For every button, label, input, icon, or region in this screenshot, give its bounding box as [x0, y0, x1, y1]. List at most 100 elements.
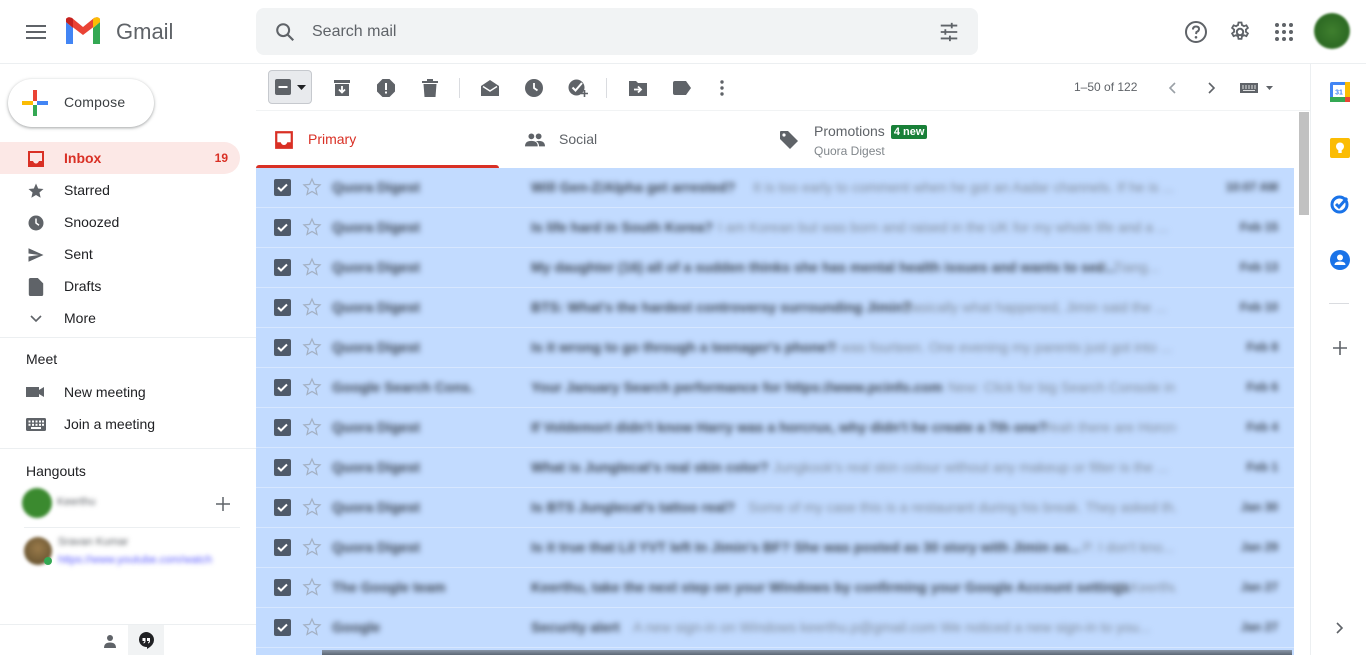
settings-button[interactable]	[1227, 19, 1253, 45]
contacts-button[interactable]	[1329, 249, 1351, 271]
mark-as-read-button[interactable]	[478, 76, 502, 100]
checkmark-icon	[277, 543, 288, 552]
row-checkbox[interactable]	[274, 259, 291, 276]
tab-promotions[interactable]: Promotions 4 new Quora Digest	[761, 112, 1294, 168]
hangouts-self-avatar[interactable]	[22, 488, 52, 518]
email-sender: Quora Digest	[332, 459, 420, 475]
main-menu-button[interactable]	[18, 14, 54, 50]
email-date: Feb 10	[1239, 300, 1278, 314]
email-subject: My daughter (16) all of a sudden thinks …	[531, 259, 1117, 275]
email-row[interactable]: Quora Digest My daughter (16) all of a su…	[256, 248, 1294, 288]
star-icon[interactable]	[302, 497, 322, 517]
sidebar-item-drafts[interactable]: Drafts	[0, 270, 240, 302]
archive-button[interactable]	[330, 76, 354, 100]
star-icon[interactable]	[302, 417, 322, 437]
tasks-button[interactable]	[1329, 193, 1351, 215]
star-icon[interactable]	[302, 617, 322, 637]
report-spam-button[interactable]	[374, 76, 398, 100]
tab-primary[interactable]: Primary	[256, 112, 499, 168]
hangouts-self-name[interactable]: Keerthu	[57, 496, 96, 508]
tab-subtitle: Quora Digest	[814, 144, 885, 158]
keep-button[interactable]	[1329, 137, 1351, 159]
row-checkbox[interactable]	[274, 459, 291, 476]
email-row[interactable]: Quora Digest What is Junglecat's real ski…	[256, 448, 1294, 488]
sidebar-item-label: Snoozed	[64, 214, 120, 230]
email-subject: If Voldemort didn't know Harry was a hor…	[531, 419, 1047, 435]
email-subject: Is BTS Junglecat's tattoo real?	[531, 499, 736, 515]
star-icon[interactable]	[302, 457, 322, 477]
row-checkbox[interactable]	[274, 219, 291, 236]
row-checkbox[interactable]	[274, 539, 291, 556]
calendar-button[interactable]: 31	[1329, 81, 1351, 103]
move-to-button[interactable]	[626, 76, 650, 100]
compose-button[interactable]: Compose	[8, 79, 154, 127]
email-snippet: P. Tiang...	[1098, 259, 1160, 275]
new-conversation-plus-icon[interactable]	[216, 497, 230, 511]
support-button[interactable]	[1183, 19, 1209, 45]
star-icon[interactable]	[302, 297, 322, 317]
email-row[interactable]: Quora Digest Will Gen-Z/Alpha get arreste…	[256, 168, 1294, 208]
toolbar-divider	[606, 78, 607, 98]
email-sender: Quora Digest	[332, 539, 420, 555]
google-apps-button[interactable]	[1271, 19, 1297, 45]
row-checkbox[interactable]	[274, 419, 291, 436]
search-options-icon[interactable]	[938, 21, 960, 43]
add-to-tasks-button[interactable]	[566, 76, 590, 100]
apps-grid-icon	[1275, 23, 1293, 41]
scrollbar-thumb[interactable]	[1299, 112, 1309, 215]
email-row[interactable]: Google Search Cons. Your January Search p…	[256, 368, 1294, 408]
star-icon[interactable]	[302, 177, 322, 197]
more-actions-button[interactable]	[710, 76, 734, 100]
contacts-tab-button[interactable]	[92, 625, 128, 655]
hangouts-tab-button[interactable]	[128, 625, 164, 655]
newer-page-button[interactable]	[1160, 76, 1184, 100]
input-tools-button[interactable]	[1236, 76, 1276, 100]
star-icon[interactable]	[302, 377, 322, 397]
email-row[interactable]: Google Security alert A new sign-in on Win…	[256, 608, 1294, 648]
select-all-checkbox[interactable]	[268, 70, 312, 104]
row-checkbox[interactable]	[274, 339, 291, 356]
email-row[interactable]: Quora Digest Is BTS Junglecat's tattoo re…	[256, 488, 1294, 528]
email-row[interactable]: Quora Digest Is life hard in South Korea?…	[256, 208, 1294, 248]
sidebar-item-more[interactable]: More	[0, 302, 240, 334]
row-checkbox[interactable]	[274, 619, 291, 636]
email-row[interactable]: The Google team Keerthu, take the next st…	[256, 568, 1294, 608]
row-checkbox[interactable]	[274, 579, 291, 596]
star-icon[interactable]	[302, 217, 322, 237]
email-row[interactable]: Quora Digest Is it wrong to go through a …	[256, 328, 1294, 368]
sidebar-item-starred[interactable]: Starred	[0, 174, 240, 206]
row-checkbox[interactable]	[274, 299, 291, 316]
show-side-panel-button[interactable]	[1329, 617, 1351, 639]
contact-status-link[interactable]: https://www.youtube.com/watch	[58, 554, 240, 566]
search-icon[interactable]	[274, 21, 296, 43]
sidebar-item-sent[interactable]: Sent	[0, 238, 240, 270]
account-avatar[interactable]	[1314, 13, 1350, 49]
email-date: Feb 15	[1239, 220, 1278, 234]
get-addons-button[interactable]	[1329, 337, 1351, 359]
row-checkbox[interactable]	[274, 499, 291, 516]
labels-button[interactable]	[670, 76, 694, 100]
row-checkbox[interactable]	[274, 379, 291, 396]
search-input[interactable]	[312, 20, 912, 44]
email-row[interactable]: Quora Digest Is it true that Lil YVT left…	[256, 528, 1294, 568]
older-page-button[interactable]	[1200, 76, 1224, 100]
gmail-logo-icon[interactable]	[64, 16, 102, 46]
row-checkbox[interactable]	[274, 179, 291, 196]
sidebar-item-snoozed[interactable]: Snoozed	[0, 206, 240, 238]
star-icon[interactable]	[302, 537, 322, 557]
sidebar-item-inbox[interactable]: Inbox 19	[0, 142, 240, 174]
new-meeting-button[interactable]: New meeting	[0, 376, 256, 408]
star-icon[interactable]	[302, 257, 322, 277]
email-row[interactable]: Quora Digest BTS: What's the hardest cont…	[256, 288, 1294, 328]
star-icon[interactable]	[302, 337, 322, 357]
chevron-right-icon	[1208, 82, 1216, 94]
email-date: Feb 8	[1246, 340, 1278, 354]
delete-button[interactable]	[418, 76, 442, 100]
star-icon[interactable]	[302, 577, 322, 597]
join-meeting-label: Join a meeting	[64, 416, 156, 432]
snooze-button[interactable]	[522, 76, 546, 100]
join-meeting-button[interactable]: Join a meeting	[0, 408, 256, 440]
email-row[interactable]: Quora Digest If Voldemort didn't know Har…	[256, 408, 1294, 448]
email-snippet: Jungkook's real skin colour without any …	[773, 459, 1169, 475]
tab-social[interactable]: Social	[507, 112, 750, 168]
